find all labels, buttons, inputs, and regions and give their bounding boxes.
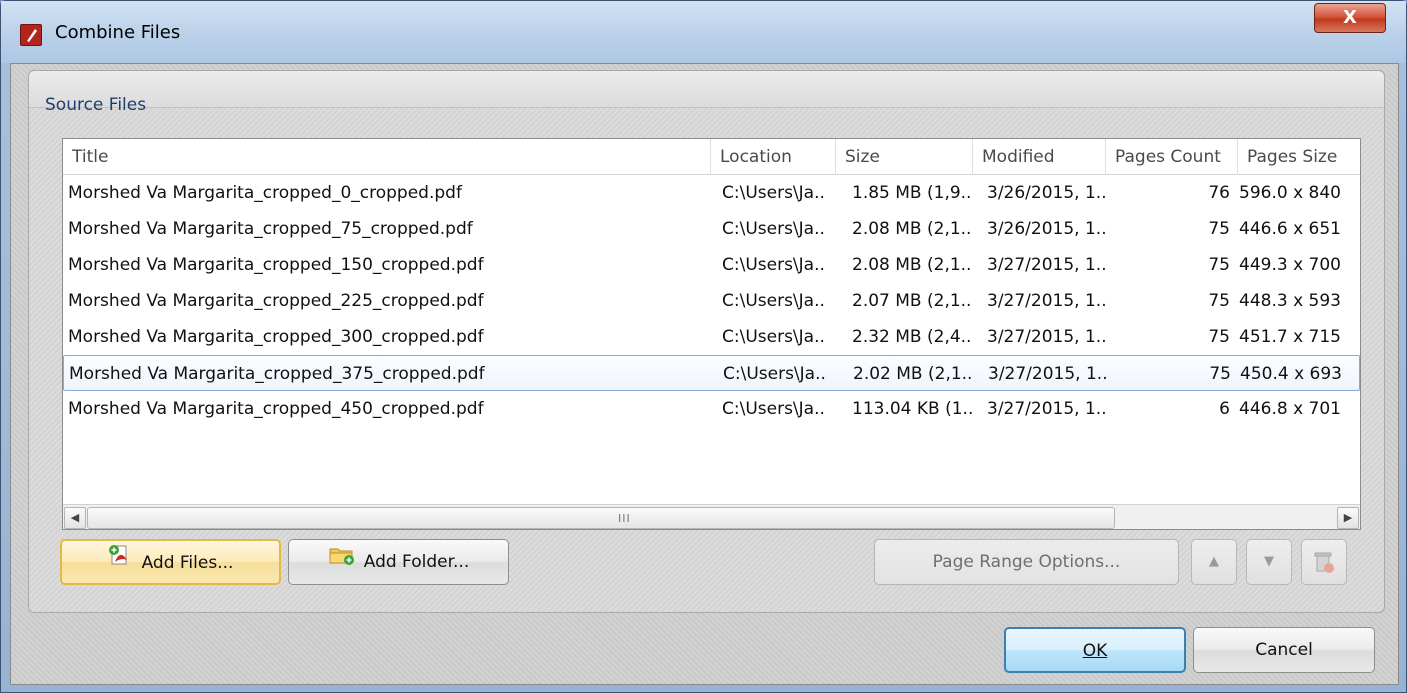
cell-pages-count: 75 <box>1208 291 1230 311</box>
table-row[interactable]: Morshed Va Margarita_cropped_300_cropped… <box>63 319 1360 355</box>
column-header-pages-count[interactable]: Pages Count <box>1106 139 1238 175</box>
column-header-modified[interactable]: Modified <box>973 139 1106 175</box>
combine-files-dialog: Combine Files X Source Files Title Locat… <box>0 0 1407 693</box>
cell-pages-count: 75 <box>1208 219 1230 239</box>
cell-size: 2.08 MB (2,1.. <box>852 219 972 239</box>
cell-location: C:\Users\Ja.. <box>722 255 825 275</box>
cancel-button[interactable]: Cancel <box>1193 627 1375 673</box>
cell-location: C:\Users\Ja.. <box>722 399 825 419</box>
add-pdf-icon <box>108 541 134 585</box>
cell-pages-count: 76 <box>1208 183 1230 203</box>
cell-title: Morshed Va Margarita_cropped_225_cropped… <box>68 291 484 311</box>
table-row[interactable]: Morshed Va Margarita_cropped_150_cropped… <box>63 247 1360 283</box>
cell-modified: 3/27/2015, 1.. <box>987 255 1107 275</box>
cell-size: 2.02 MB (2,1.. <box>853 364 973 384</box>
cell-pages-count: 75 <box>1208 327 1230 347</box>
cell-pages-size: 448.3 x 593 <box>1239 291 1341 311</box>
cell-size: 2.32 MB (2,4.. <box>852 327 972 347</box>
add-folder-label: Add Folder... <box>363 552 470 572</box>
cell-pages-size: 446.6 x 651 <box>1239 219 1341 239</box>
add-files-button[interactable]: Add Files... <box>60 539 281 585</box>
column-header-size[interactable]: Size <box>836 139 973 175</box>
cell-location: C:\Users\Ja.. <box>722 219 825 239</box>
cell-size: 2.07 MB (2,1.. <box>852 291 972 311</box>
app-icon <box>20 24 42 46</box>
title-bar: Combine Files X <box>1 1 1406 63</box>
cell-modified: 3/27/2015, 1.. <box>987 399 1107 419</box>
cell-pages-size: 446.8 x 701 <box>1239 399 1341 419</box>
cell-title: Morshed Va Margarita_cropped_75_cropped.… <box>68 219 473 239</box>
cell-location: C:\Users\Ja.. <box>723 364 826 384</box>
cell-modified: 3/26/2015, 1.. <box>987 219 1107 239</box>
cell-pages-size: 451.7 x 715 <box>1239 327 1341 347</box>
cell-modified: 3/27/2015, 1.. <box>987 327 1107 347</box>
table-row[interactable]: Morshed Va Margarita_cropped_75_cropped.… <box>63 211 1360 247</box>
cell-location: C:\Users\Ja.. <box>722 291 825 311</box>
table-row[interactable]: Morshed Va Margarita_cropped_225_cropped… <box>63 283 1360 319</box>
cell-pages-size: 450.4 x 693 <box>1240 364 1342 384</box>
cell-pages-count: 75 <box>1209 364 1231 384</box>
move-up-button[interactable]: ▲ <box>1191 539 1237 585</box>
ok-label: OK <box>1082 641 1108 661</box>
cell-location: C:\Users\Ja.. <box>722 183 825 203</box>
remove-file-button[interactable] <box>1301 539 1347 585</box>
up-arrow-icon: ▲ <box>1209 554 1219 569</box>
cell-pages-count: 75 <box>1208 255 1230 275</box>
ok-button[interactable]: OK <box>1004 627 1186 673</box>
cell-modified: 3/27/2015, 1.. <box>987 291 1107 311</box>
column-header-location[interactable]: Location <box>711 139 836 175</box>
cell-title: Morshed Va Margarita_cropped_0_cropped.p… <box>68 183 462 203</box>
cell-pages-size: 449.3 x 700 <box>1239 255 1341 275</box>
column-header-pages-size[interactable]: Pages Size <box>1238 139 1360 175</box>
page-range-options-button[interactable]: Page Range Options... <box>874 539 1179 585</box>
window-title: Combine Files <box>55 22 181 43</box>
cell-modified: 3/27/2015, 1.. <box>988 364 1108 384</box>
list-header: Title Location Size Modified Pages Count… <box>63 139 1360 175</box>
scroll-right-icon[interactable]: ▶ <box>1337 507 1359 529</box>
move-down-button[interactable]: ▼ <box>1246 539 1292 585</box>
cell-size: 1.85 MB (1,9.. <box>852 183 972 203</box>
table-row[interactable]: Morshed Va Margarita_cropped_450_cropped… <box>63 391 1360 427</box>
close-button[interactable]: X <box>1314 3 1386 33</box>
down-arrow-icon: ▼ <box>1264 554 1274 569</box>
cell-title: Morshed Va Margarita_cropped_300_cropped… <box>68 327 484 347</box>
add-folder-button[interactable]: Add Folder... <box>288 539 509 585</box>
cell-modified: 3/26/2015, 1.. <box>987 183 1107 203</box>
table-row[interactable]: Morshed Va Margarita_cropped_0_cropped.p… <box>63 175 1360 211</box>
scrollbar-grip: III <box>618 512 631 525</box>
cell-size: 2.08 MB (2,1.. <box>852 255 972 275</box>
trash-icon <box>1313 552 1335 573</box>
dialog-body: Source Files Title Location Size Modifie… <box>10 63 1399 685</box>
horizontal-scrollbar[interactable]: ◀ III ▶ <box>63 504 1360 529</box>
cell-size: 113.04 KB (1.. <box>852 399 974 419</box>
source-files-title: Source Files <box>45 95 147 115</box>
scrollbar-thumb[interactable]: III <box>87 507 1115 529</box>
source-files-header <box>29 71 1384 108</box>
column-header-title[interactable]: Title <box>63 139 711 175</box>
cell-title: Morshed Va Margarita_cropped_375_cropped… <box>69 364 485 384</box>
cell-pages-count: 6 <box>1219 399 1230 419</box>
add-folder-icon <box>328 540 356 584</box>
table-row-selected[interactable]: Morshed Va Margarita_cropped_375_cropped… <box>63 355 1360 391</box>
cell-title: Morshed Va Margarita_cropped_150_cropped… <box>68 255 484 275</box>
cell-pages-size: 596.0 x 840 <box>1239 183 1341 203</box>
source-files-list[interactable]: Title Location Size Modified Pages Count… <box>62 138 1361 530</box>
scroll-left-icon[interactable]: ◀ <box>64 507 86 529</box>
add-files-label: Add Files... <box>141 553 234 573</box>
cell-title: Morshed Va Margarita_cropped_450_cropped… <box>68 399 484 419</box>
cell-location: C:\Users\Ja.. <box>722 327 825 347</box>
